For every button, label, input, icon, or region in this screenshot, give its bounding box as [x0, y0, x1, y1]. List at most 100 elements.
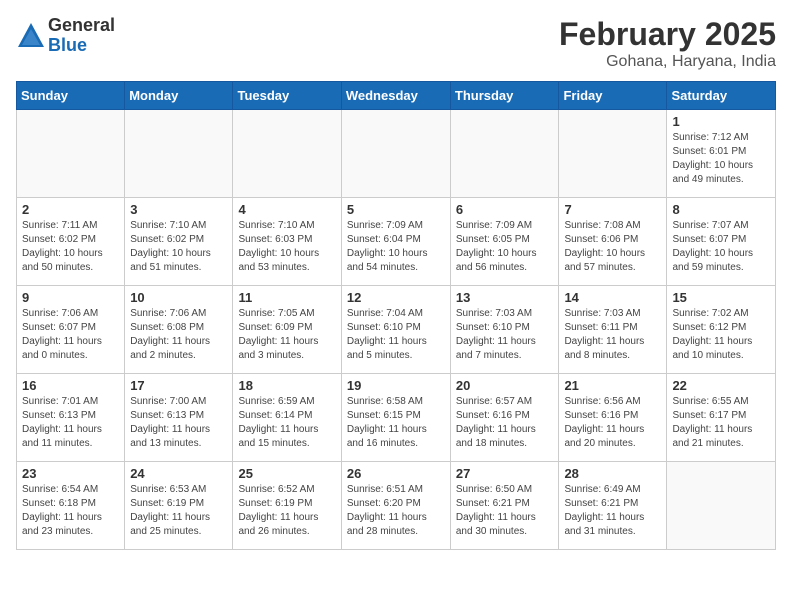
calendar-cell: 10 Sunrise: 7:06 AM Sunset: 6:08 PM Dayli… — [125, 286, 233, 374]
day-info: Sunrise: 6:51 AM Sunset: 6:20 PM Dayligh… — [347, 483, 445, 539]
calendar-header-monday: Monday — [125, 82, 233, 110]
logo: General Blue — [16, 16, 115, 56]
day-info: Sunrise: 6:58 AM Sunset: 6:15 PM Dayligh… — [347, 395, 445, 451]
calendar-cell: 9 Sunrise: 7:06 AM Sunset: 6:07 PM Daylig… — [17, 286, 125, 374]
calendar-header-friday: Friday — [559, 82, 667, 110]
calendar-table: SundayMondayTuesdayWednesdayThursdayFrid… — [16, 81, 776, 550]
day-number: 4 — [238, 202, 335, 217]
calendar-week-1: 1 Sunrise: 7:12 AM Sunset: 6:01 PM Daylig… — [17, 110, 776, 198]
day-info: Sunrise: 7:08 AM Sunset: 6:06 PM Dayligh… — [564, 219, 661, 275]
day-number: 21 — [564, 378, 661, 393]
day-info: Sunrise: 7:10 AM Sunset: 6:03 PM Dayligh… — [238, 219, 335, 275]
day-info: Sunrise: 7:12 AM Sunset: 6:01 PM Dayligh… — [672, 131, 770, 187]
calendar-cell: 25 Sunrise: 6:52 AM Sunset: 6:19 PM Dayli… — [233, 462, 341, 550]
calendar-header-wednesday: Wednesday — [341, 82, 450, 110]
day-number: 14 — [564, 290, 661, 305]
day-number: 5 — [347, 202, 445, 217]
calendar-cell: 18Sunrise: 6:59 AM Sunset: 6:14 PM Dayli… — [233, 374, 341, 462]
calendar-cell: 11 Sunrise: 7:05 AM Sunset: 6:09 PM Dayli… — [233, 286, 341, 374]
calendar-cell — [125, 110, 233, 198]
calendar-cell: 21Sunrise: 6:56 AM Sunset: 6:16 PM Dayli… — [559, 374, 667, 462]
calendar-week-5: 23 Sunrise: 6:54 AM Sunset: 6:18 PM Dayli… — [17, 462, 776, 550]
day-info: Sunrise: 7:03 AM Sunset: 6:10 PM Dayligh… — [456, 307, 554, 363]
calendar-cell: 14Sunrise: 7:03 AM Sunset: 6:11 PM Dayli… — [559, 286, 667, 374]
day-number: 19 — [347, 378, 445, 393]
day-number: 12 — [347, 290, 445, 305]
page-header: General Blue February 2025 Gohana, Harya… — [16, 16, 776, 71]
day-info: Sunrise: 7:11 AM Sunset: 6:02 PM Dayligh… — [22, 219, 119, 275]
day-number: 26 — [347, 466, 445, 481]
day-info: Sunrise: 7:09 AM Sunset: 6:05 PM Dayligh… — [456, 219, 554, 275]
day-number: 16 — [22, 378, 119, 393]
calendar-cell: 2 Sunrise: 7:11 AM Sunset: 6:02 PM Daylig… — [17, 198, 125, 286]
day-number: 3 — [130, 202, 227, 217]
calendar-cell: 16Sunrise: 7:01 AM Sunset: 6:13 PM Dayli… — [17, 374, 125, 462]
day-number: 20 — [456, 378, 554, 393]
day-info: Sunrise: 7:06 AM Sunset: 6:07 PM Dayligh… — [22, 307, 119, 363]
calendar-cell — [341, 110, 450, 198]
day-number: 6 — [456, 202, 554, 217]
day-number: 13 — [456, 290, 554, 305]
day-number: 1 — [672, 114, 770, 129]
day-info: Sunrise: 7:06 AM Sunset: 6:08 PM Dayligh… — [130, 307, 227, 363]
calendar-cell: 27 Sunrise: 6:50 AM Sunset: 6:21 PM Dayli… — [450, 462, 559, 550]
calendar-cell: 3Sunrise: 7:10 AM Sunset: 6:02 PM Daylig… — [125, 198, 233, 286]
day-info: Sunrise: 7:05 AM Sunset: 6:09 PM Dayligh… — [238, 307, 335, 363]
title-block: February 2025 Gohana, Haryana, India — [559, 16, 776, 71]
day-info: Sunrise: 6:53 AM Sunset: 6:19 PM Dayligh… — [130, 483, 227, 539]
logo-blue-text: Blue — [48, 36, 115, 56]
logo-icon — [16, 21, 46, 51]
day-info: Sunrise: 6:50 AM Sunset: 6:21 PM Dayligh… — [456, 483, 554, 539]
day-info: Sunrise: 7:02 AM Sunset: 6:12 PM Dayligh… — [672, 307, 770, 363]
day-number: 27 — [456, 466, 554, 481]
day-info: Sunrise: 7:09 AM Sunset: 6:04 PM Dayligh… — [347, 219, 445, 275]
day-info: Sunrise: 7:07 AM Sunset: 6:07 PM Dayligh… — [672, 219, 770, 275]
calendar-header-thursday: Thursday — [450, 82, 559, 110]
calendar-cell: 26 Sunrise: 6:51 AM Sunset: 6:20 PM Dayli… — [341, 462, 450, 550]
calendar-cell: 7 Sunrise: 7:08 AM Sunset: 6:06 PM Daylig… — [559, 198, 667, 286]
day-info: Sunrise: 6:49 AM Sunset: 6:21 PM Dayligh… — [564, 483, 661, 539]
logo-general-text: General — [48, 16, 115, 36]
calendar-cell: 4 Sunrise: 7:10 AM Sunset: 6:03 PM Daylig… — [233, 198, 341, 286]
day-info: Sunrise: 6:52 AM Sunset: 6:19 PM Dayligh… — [238, 483, 335, 539]
day-number: 22 — [672, 378, 770, 393]
calendar-cell: 5 Sunrise: 7:09 AM Sunset: 6:04 PM Daylig… — [341, 198, 450, 286]
day-info: Sunrise: 6:57 AM Sunset: 6:16 PM Dayligh… — [456, 395, 554, 451]
day-info: Sunrise: 6:54 AM Sunset: 6:18 PM Dayligh… — [22, 483, 119, 539]
day-number: 2 — [22, 202, 119, 217]
month-title: February 2025 — [559, 16, 776, 53]
location-text: Gohana, Haryana, India — [559, 53, 776, 71]
calendar-week-3: 9 Sunrise: 7:06 AM Sunset: 6:07 PM Daylig… — [17, 286, 776, 374]
day-number: 28 — [564, 466, 661, 481]
calendar-cell: 19 Sunrise: 6:58 AM Sunset: 6:15 PM Dayli… — [341, 374, 450, 462]
day-number: 15 — [672, 290, 770, 305]
day-number: 17 — [130, 378, 227, 393]
calendar-week-2: 2 Sunrise: 7:11 AM Sunset: 6:02 PM Daylig… — [17, 198, 776, 286]
day-number: 23 — [22, 466, 119, 481]
calendar-header-tuesday: Tuesday — [233, 82, 341, 110]
calendar-week-4: 16Sunrise: 7:01 AM Sunset: 6:13 PM Dayli… — [17, 374, 776, 462]
calendar-cell: 12 Sunrise: 7:04 AM Sunset: 6:10 PM Dayli… — [341, 286, 450, 374]
day-number: 18 — [238, 378, 335, 393]
day-number: 10 — [130, 290, 227, 305]
calendar-cell: 22Sunrise: 6:55 AM Sunset: 6:17 PM Dayli… — [667, 374, 776, 462]
calendar-cell: 6 Sunrise: 7:09 AM Sunset: 6:05 PM Daylig… — [450, 198, 559, 286]
calendar-cell: 28 Sunrise: 6:49 AM Sunset: 6:21 PM Dayli… — [559, 462, 667, 550]
calendar-cell: 1 Sunrise: 7:12 AM Sunset: 6:01 PM Daylig… — [667, 110, 776, 198]
calendar-cell: 13 Sunrise: 7:03 AM Sunset: 6:10 PM Dayli… — [450, 286, 559, 374]
calendar-cell — [450, 110, 559, 198]
day-info: Sunrise: 7:04 AM Sunset: 6:10 PM Dayligh… — [347, 307, 445, 363]
day-number: 25 — [238, 466, 335, 481]
calendar-cell: 8Sunrise: 7:07 AM Sunset: 6:07 PM Daylig… — [667, 198, 776, 286]
calendar-cell: 23 Sunrise: 6:54 AM Sunset: 6:18 PM Dayli… — [17, 462, 125, 550]
calendar-cell — [233, 110, 341, 198]
calendar-cell — [667, 462, 776, 550]
calendar-cell: 17Sunrise: 7:00 AM Sunset: 6:13 PM Dayli… — [125, 374, 233, 462]
day-number: 7 — [564, 202, 661, 217]
calendar-cell — [17, 110, 125, 198]
calendar-header-sunday: Sunday — [17, 82, 125, 110]
day-number: 24 — [130, 466, 227, 481]
day-number: 9 — [22, 290, 119, 305]
day-number: 11 — [238, 290, 335, 305]
calendar-cell: 24 Sunrise: 6:53 AM Sunset: 6:19 PM Dayli… — [125, 462, 233, 550]
